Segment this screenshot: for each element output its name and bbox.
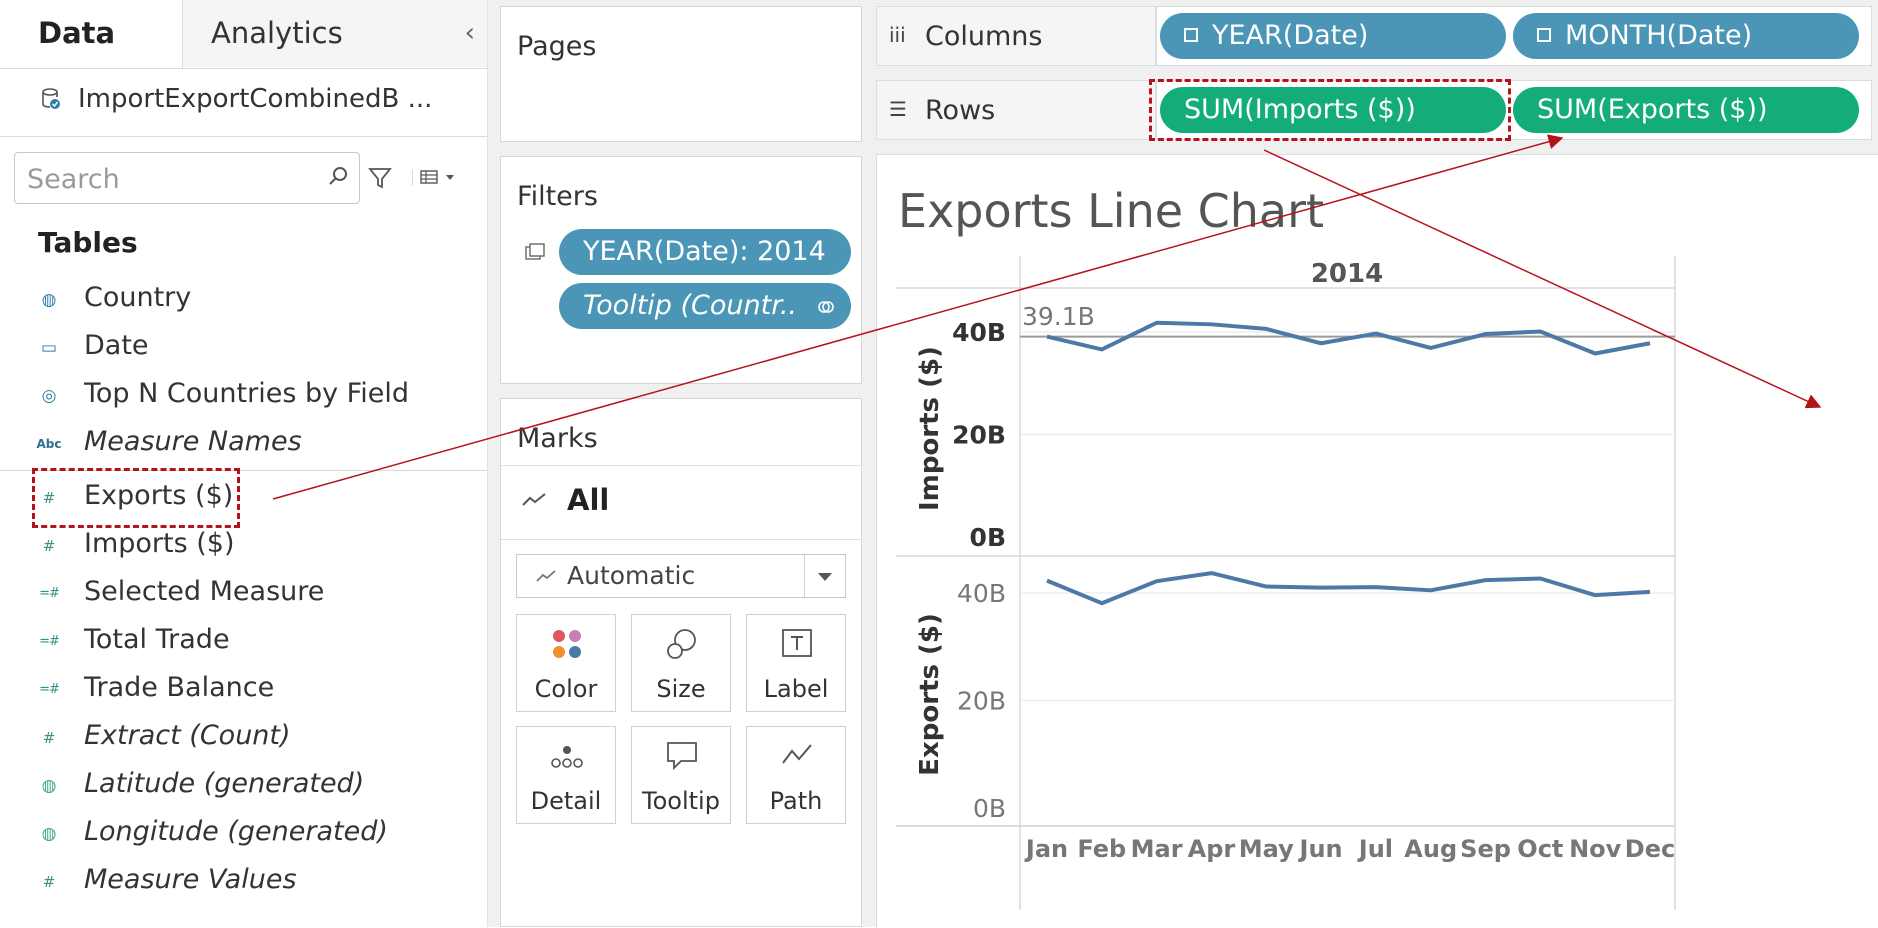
series-line-0 <box>1046 320 1651 356</box>
x-tick-feb: Feb <box>1077 835 1126 863</box>
mark-label-39-1b: 39.1B <box>1022 302 1095 331</box>
x-tick-dec: Dec <box>1625 835 1675 863</box>
series-line-1 <box>1046 571 1651 606</box>
x-tick-may: May <box>1239 835 1294 863</box>
x-tick-jul: Jul <box>1357 835 1393 863</box>
x-tick-sep: Sep <box>1460 835 1511 863</box>
y-axis-title-0: Imports ($) <box>915 346 945 511</box>
x-tick-oct: Oct <box>1517 835 1563 863</box>
y-tick-label: 40B <box>957 579 1006 608</box>
x-tick-aug: Aug <box>1404 835 1457 863</box>
y-tick-label: 40B <box>952 318 1006 347</box>
x-tick-mar: Mar <box>1131 835 1183 863</box>
x-tick-nov: Nov <box>1569 835 1622 863</box>
y-tick-label: 20B <box>957 687 1006 716</box>
y-axis-title-1: Exports ($) <box>915 613 945 776</box>
y-tick-label: 20B <box>952 421 1006 450</box>
x-tick-jun: Jun <box>1298 835 1343 863</box>
y-tick-label: 0B <box>973 794 1006 823</box>
y-tick-label: 0B <box>970 523 1006 552</box>
line-chart: 20140B20B40BImports ($)0B20B40BExports (… <box>272 134 1822 910</box>
x-tick-apr: Apr <box>1188 835 1236 863</box>
column-header-2014: 2014 <box>1311 259 1383 289</box>
x-tick-jan: Jan <box>1024 835 1068 863</box>
